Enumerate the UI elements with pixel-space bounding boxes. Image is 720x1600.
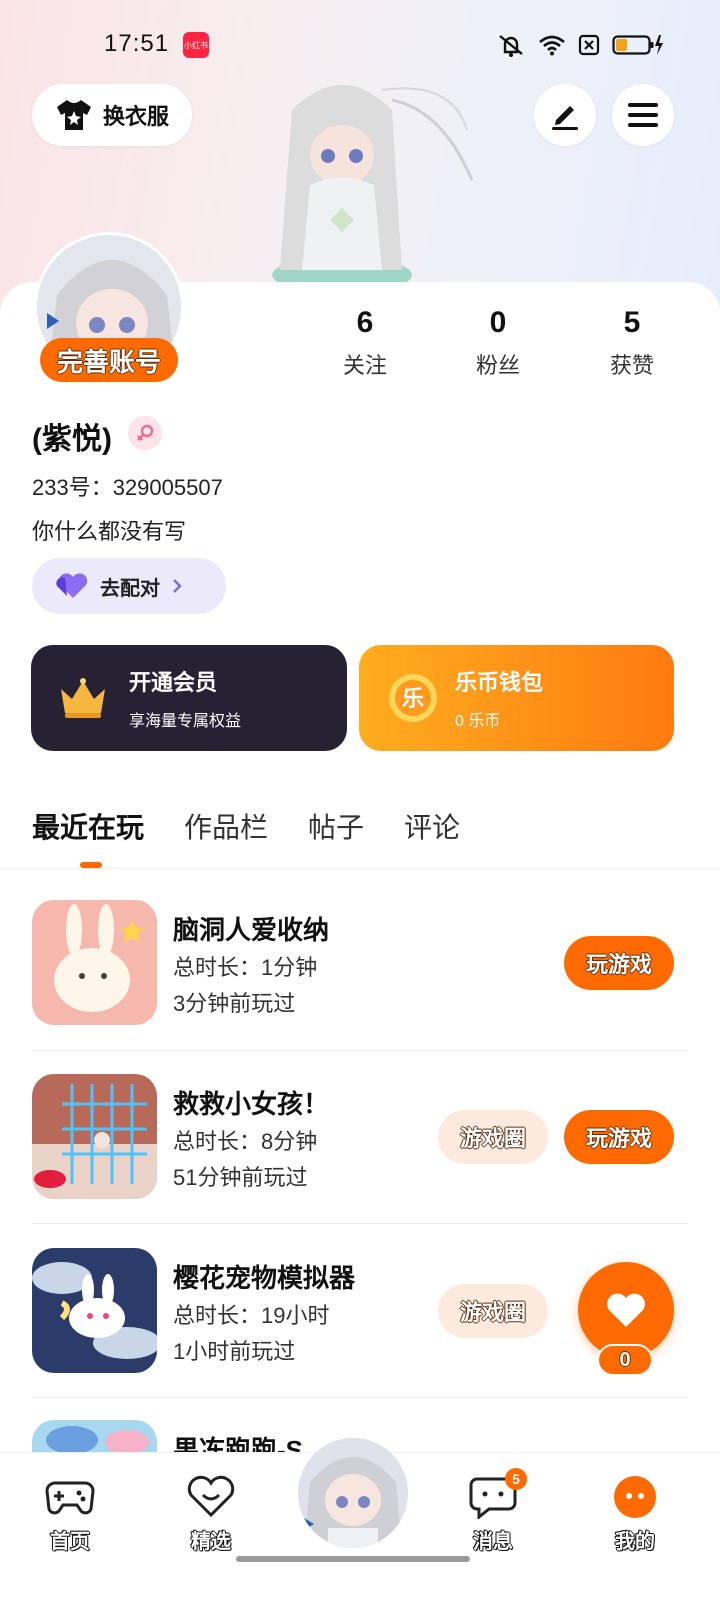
tab-divider <box>0 868 720 869</box>
game-last-played: 3分钟前玩过 <box>173 991 296 1016</box>
center-avatar-image <box>298 1438 408 1548</box>
nav-home[interactable]: 首页 <box>25 1471 115 1554</box>
tab-posts[interactable]: 帖子 <box>308 806 364 846</box>
game-thumbnail <box>32 1248 157 1373</box>
le-coin-icon: 乐 <box>389 674 437 722</box>
likes-stat[interactable]: 5 获赞 <box>587 306 677 380</box>
nav-me-label: 我的 <box>615 1531 655 1553</box>
hamburger-menu-icon <box>628 103 658 127</box>
nav-center-avatar[interactable] <box>298 1438 408 1548</box>
go-match-button[interactable]: 去配对 <box>32 558 226 614</box>
user-bio: 你什么都没有写 <box>32 519 187 544</box>
user-id: 233号：329005507 <box>32 475 223 500</box>
row-divider <box>32 1050 688 1051</box>
mute-bell-icon <box>499 35 523 57</box>
game-thumbnail <box>32 900 157 1025</box>
game-thumbnail <box>32 1074 157 1199</box>
following-label: 关注 <box>342 353 387 378</box>
likes-label: 获赞 <box>609 353 654 378</box>
user-name: (紫悦) <box>32 423 112 456</box>
game-last-played: 1小时前玩过 <box>173 1339 296 1364</box>
coin-wallet-title: 乐币钱包 <box>455 670 544 695</box>
profile-tabs: 最近在玩 作品栏 帖子 评论 <box>32 806 460 846</box>
status-bar: 17:51 小红书 <box>0 28 720 64</box>
game-title: 救救小女孩！ <box>173 1089 330 1119</box>
pen-icon <box>552 106 578 130</box>
change-outfit-label: 换衣服 <box>102 104 169 129</box>
complete-account-button[interactable]: 完善账号 <box>40 338 178 382</box>
game-row[interactable]: 救救小女孩！ 总时长：8分钟 51分钟前玩过 游戏圈 玩游戏 <box>32 1074 688 1202</box>
profile-face-icon <box>614 1476 656 1518</box>
shirt-icon <box>56 100 91 130</box>
wifi-icon <box>539 35 565 56</box>
status-time: 17:51 <box>104 30 170 57</box>
tab-works[interactable]: 作品栏 <box>184 806 268 846</box>
game-duration: 总时长：8分钟 <box>173 1129 318 1154</box>
row-divider <box>32 1223 688 1224</box>
heart-icon <box>607 1293 645 1327</box>
following-count: 6 <box>356 306 374 339</box>
change-outfit-button[interactable]: 换衣服 <box>32 84 192 146</box>
vip-title: 开通会员 <box>129 670 218 695</box>
game-title: 樱花宠物模拟器 <box>173 1263 356 1293</box>
play-game-button[interactable]: 玩游戏 <box>564 936 674 990</box>
gamepad-icon <box>45 1481 95 1515</box>
followers-stat[interactable]: 0 粉丝 <box>453 306 543 380</box>
home-indicator <box>236 1556 470 1562</box>
go-match-label: 去配对 <box>100 577 160 600</box>
crown-icon <box>61 678 105 718</box>
nav-featured-label: 精选 <box>191 1531 231 1553</box>
tab-recently-played[interactable]: 最近在玩 <box>32 806 144 846</box>
game-duration: 总时长：19小时 <box>173 1303 330 1328</box>
followers-label: 粉丝 <box>475 353 520 378</box>
game-row[interactable]: 脑洞人爱收纳 总时长：1分钟 3分钟前玩过 玩游戏 <box>32 900 688 1028</box>
coin-wallet-card[interactable]: 乐 乐币钱包 0 乐币 <box>359 645 674 751</box>
nav-messages-label: 消息 <box>473 1531 513 1553</box>
heart-box-icon <box>187 1475 235 1518</box>
female-gender-icon <box>128 416 162 450</box>
game-title: 脑洞人爱收纳 <box>173 915 330 945</box>
heart-icon <box>56 573 88 598</box>
game-last-played: 51分钟前玩过 <box>173 1165 308 1190</box>
vip-subtitle: 享海量专属权益 <box>129 713 242 730</box>
game-circle-button[interactable]: 游戏圈 <box>438 1110 548 1164</box>
likes-count: 5 <box>623 306 641 339</box>
tab-comments[interactable]: 评论 <box>404 806 460 846</box>
edit-profile-button[interactable] <box>534 84 596 146</box>
row-divider <box>32 1397 688 1398</box>
coin-balance: 0 乐币 <box>455 713 501 730</box>
notification-app-icon: 小红书 <box>183 32 209 58</box>
vip-membership-card[interactable]: 开通会员 享海量专属权益 <box>31 645 347 751</box>
following-stat[interactable]: 6 关注 <box>320 306 410 380</box>
nav-me[interactable]: 我的 <box>590 1471 680 1554</box>
play-game-button[interactable]: 玩游戏 <box>564 1110 674 1164</box>
game-duration: 总时长：1分钟 <box>173 955 318 980</box>
nav-home-label: 首页 <box>50 1531 90 1553</box>
menu-button[interactable] <box>612 84 674 146</box>
like-count: 0 <box>597 1344 653 1376</box>
avatar-character-image[interactable] <box>252 70 482 282</box>
messages-badge: 5 <box>505 1468 527 1490</box>
chevron-right-icon <box>173 579 182 593</box>
followers-count: 0 <box>489 306 507 339</box>
game-circle-button[interactable]: 游戏圈 <box>438 1284 548 1338</box>
battery-icon <box>612 35 663 55</box>
nav-featured[interactable]: 精选 <box>166 1471 256 1554</box>
status-icons <box>496 32 664 58</box>
sim-blocked-icon <box>578 34 600 56</box>
coin-icon-char: 乐 <box>402 687 424 712</box>
